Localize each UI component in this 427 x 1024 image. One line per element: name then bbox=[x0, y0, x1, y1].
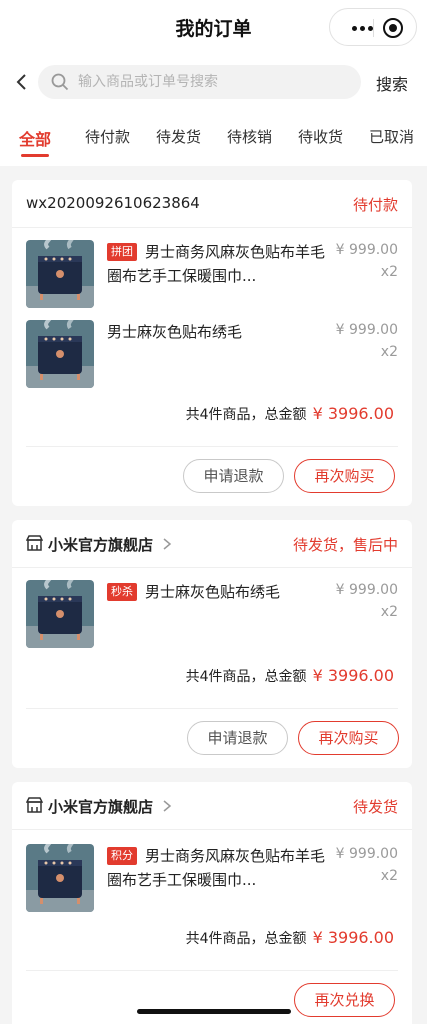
search-input[interactable] bbox=[78, 65, 348, 99]
order-card-header: 小米官方旗舰店 待发货，售后中 bbox=[12, 520, 412, 568]
capsule-divider bbox=[373, 19, 374, 37]
product-price: ¥ 999.00 bbox=[335, 322, 398, 338]
order-card[interactable]: wx2020092610623864 待付款 拼团 男士商务风麻灰色贴布羊毛圈布… bbox=[12, 180, 412, 506]
more-dots-icon[interactable] bbox=[352, 26, 374, 32]
mini-program-capsule bbox=[329, 8, 417, 46]
order-summary-label: 共4件商品，总金额 bbox=[185, 931, 307, 947]
product-price: ¥ 999.00 bbox=[335, 582, 398, 598]
order-item[interactable]: 拼团 男士商务风麻灰色贴布羊毛圈布艺手工保暖围巾... ¥ 999.00 x2 bbox=[12, 240, 412, 320]
nav-header: 我的订单 bbox=[0, 0, 427, 56]
redeem-again-button[interactable]: 再次兑换 bbox=[294, 983, 395, 1017]
mini-program-close-icon[interactable] bbox=[383, 18, 403, 38]
search-icon bbox=[51, 73, 69, 91]
order-total: 共4件商品，总金额 ¥ 3996.00 bbox=[186, 928, 394, 948]
product-image bbox=[26, 580, 94, 648]
product-price: ¥ 999.00 bbox=[335, 242, 398, 258]
search-bar: 搜索 bbox=[0, 56, 427, 108]
product-quantity: x2 bbox=[380, 868, 398, 884]
product-title: 男士商务风麻灰色贴布羊毛圈布艺手工保暖围巾... bbox=[107, 243, 326, 285]
tab-all[interactable]: 全部 bbox=[19, 126, 51, 150]
order-total-amount: ¥ 3996.00 bbox=[312, 404, 394, 423]
divider bbox=[26, 446, 398, 447]
chevron-right-icon bbox=[163, 800, 172, 812]
product-title: 男士麻灰色贴布绣毛 bbox=[145, 583, 281, 601]
order-total-amount: ¥ 3996.00 bbox=[312, 666, 394, 685]
order-total: 共4件商品，总金额 ¥ 3996.00 bbox=[186, 404, 394, 424]
order-card[interactable]: 小米官方旗舰店 待发货 积分 男士商务风麻灰色贴布羊毛圈布艺手工保暖围巾... bbox=[12, 782, 412, 1024]
request-refund-button[interactable]: 申请退款 bbox=[183, 459, 284, 493]
product-image bbox=[26, 844, 94, 912]
order-card[interactable]: 小米官方旗舰店 待发货，售后中 秒杀 男士麻灰色贴布绣毛 ¥ 999.00 x2… bbox=[12, 520, 412, 768]
order-status: 待发货 bbox=[352, 798, 398, 816]
product-image bbox=[26, 320, 94, 388]
order-summary-label: 共4件商品，总金额 bbox=[185, 407, 307, 423]
search-button[interactable]: 搜索 bbox=[376, 71, 408, 95]
order-status-tabs: 全部 待付款 待发货 待核销 待收货 已取消 bbox=[0, 108, 427, 166]
request-refund-button[interactable]: 申请退款 bbox=[187, 721, 288, 755]
divider bbox=[26, 708, 398, 709]
tab-pending-verification[interactable]: 待核销 bbox=[227, 126, 272, 147]
product-image bbox=[26, 240, 94, 308]
tab-pending-receipt[interactable]: 待收货 bbox=[298, 126, 343, 147]
product-quantity: x2 bbox=[380, 344, 398, 360]
chevron-right-icon bbox=[163, 538, 172, 550]
shop-name: 小米官方旗舰店 bbox=[48, 536, 154, 554]
order-item[interactable]: 积分 男士商务风麻灰色贴布羊毛圈布艺手工保暖围巾... ¥ 999.00 x2 bbox=[12, 844, 412, 924]
buy-again-button[interactable]: 再次购买 bbox=[294, 459, 395, 493]
tab-pending-payment[interactable]: 待付款 bbox=[85, 126, 130, 147]
order-item[interactable]: 秒杀 男士麻灰色贴布绣毛 ¥ 999.00 x2 bbox=[12, 580, 412, 660]
order-total: 共4件商品，总金额 ¥ 3996.00 bbox=[186, 666, 394, 686]
product-quantity: x2 bbox=[380, 604, 398, 620]
search-box[interactable] bbox=[38, 65, 361, 99]
tab-cancelled[interactable]: 已取消 bbox=[369, 126, 414, 147]
order-status: 待发货，售后中 bbox=[292, 536, 398, 554]
order-card-header: 小米官方旗舰店 待发货 bbox=[12, 782, 412, 830]
divider bbox=[26, 970, 398, 971]
buy-again-button[interactable]: 再次购买 bbox=[298, 721, 399, 755]
order-number: wx2020092610623864 bbox=[26, 194, 200, 212]
order-item[interactable]: 男士麻灰色贴布绣毛 ¥ 999.00 x2 bbox=[12, 320, 412, 400]
order-summary-label: 共4件商品，总金额 bbox=[185, 669, 307, 685]
active-tab-indicator bbox=[21, 154, 49, 157]
order-card-header: wx2020092610623864 待付款 bbox=[12, 180, 412, 228]
back-arrow-icon[interactable] bbox=[12, 72, 32, 92]
tab-pending-shipment[interactable]: 待发货 bbox=[156, 126, 201, 147]
home-indicator bbox=[137, 1009, 291, 1014]
product-title: 男士麻灰色贴布绣毛 bbox=[107, 323, 243, 341]
product-quantity: x2 bbox=[380, 264, 398, 280]
product-title: 男士商务风麻灰色贴布羊毛圈布艺手工保暖围巾... bbox=[107, 847, 326, 889]
store-icon bbox=[26, 797, 43, 813]
store-icon bbox=[26, 535, 43, 551]
order-total-amount: ¥ 3996.00 bbox=[312, 928, 394, 947]
product-price: ¥ 999.00 bbox=[335, 846, 398, 862]
shop-name: 小米官方旗舰店 bbox=[48, 798, 154, 816]
order-status: 待付款 bbox=[352, 196, 398, 214]
